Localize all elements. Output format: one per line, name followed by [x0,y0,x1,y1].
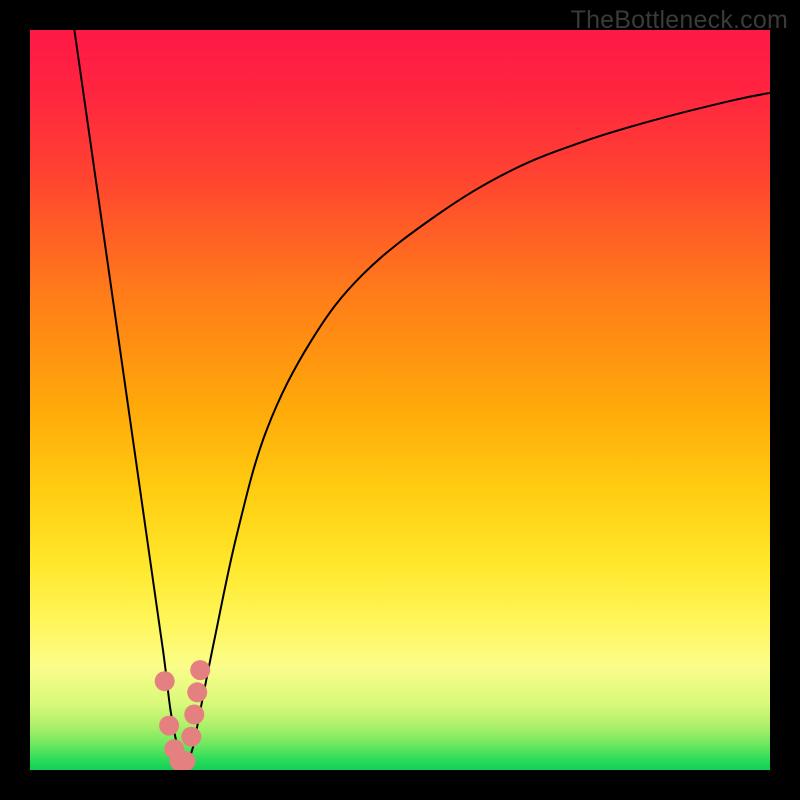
curve-layer [30,30,770,770]
highlight-markers [155,660,211,770]
highlight-marker [184,705,204,725]
highlight-marker [159,716,179,736]
highlight-marker [155,671,175,691]
chart-frame: TheBottleneck.com [0,0,800,800]
highlight-marker [187,682,207,702]
watermark-text: TheBottleneck.com [571,6,788,35]
highlight-marker [181,727,201,747]
highlight-marker [190,660,210,680]
plot-area [30,30,770,770]
bottleneck-curve [74,30,770,763]
